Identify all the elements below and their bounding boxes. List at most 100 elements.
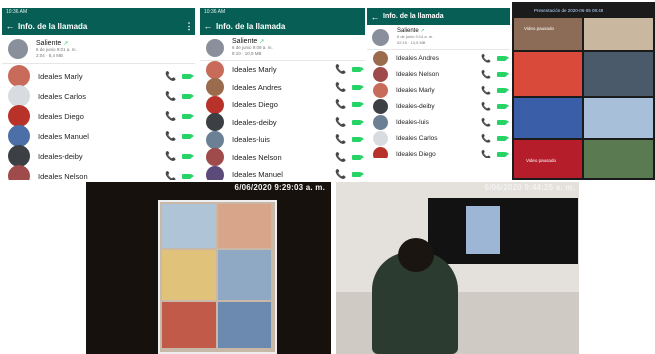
contact-name: Ideales-luis — [232, 135, 270, 145]
videocam-icon[interactable] — [182, 173, 194, 179]
video-tile[interactable] — [514, 52, 582, 96]
videocam-icon[interactable] — [182, 93, 194, 99]
contact-row[interactable]: Ideales Andres 📞 — [367, 50, 510, 66]
videocam-icon[interactable] — [352, 154, 364, 160]
contact-name: Ideales Manuel — [38, 131, 89, 141]
videocam-icon[interactable] — [497, 151, 509, 157]
app-bar: ← Info. de la llamada — [367, 8, 510, 25]
contact-row[interactable]: Ideales Carlos 📞 — [367, 130, 510, 146]
contact-row[interactable]: Ideales Marly 📞 — [2, 65, 195, 87]
videocam-icon[interactable] — [352, 172, 364, 178]
phone-icon[interactable]: 📞 — [477, 118, 495, 127]
avatar — [206, 165, 224, 180]
contact-row[interactable]: Ideales Manuel 📞 — [2, 125, 195, 147]
avatar — [372, 28, 389, 46]
phone-icon[interactable]: 📞 — [477, 102, 495, 111]
phone-icon[interactable]: 📞 — [162, 111, 180, 122]
outgoing-call-summary: Saliente ↗ 6 de junio 9:01 a. m. 2:04 · … — [2, 35, 195, 64]
videocam-icon[interactable] — [497, 135, 509, 141]
videocam-icon[interactable] — [182, 113, 194, 119]
back-arrow-icon[interactable]: ← — [2, 21, 18, 31]
phone-icon[interactable]: 📞 — [332, 82, 350, 93]
avatar — [206, 113, 224, 132]
contact-row[interactable]: Ideales Diego 📞 — [2, 105, 195, 127]
app-bar: ← Info. de la llamada ⋮ — [2, 17, 195, 35]
videocam-icon[interactable] — [497, 87, 509, 93]
contact-row[interactable]: Ideales Andres 📞 — [200, 78, 365, 97]
avatar — [373, 50, 388, 66]
outgoing-size: 2:04 · 8,4 MB — [36, 52, 64, 58]
back-arrow-icon[interactable]: ← — [367, 12, 383, 22]
videocam-icon[interactable] — [497, 55, 509, 61]
videocam-icon[interactable] — [352, 119, 364, 125]
contact-row[interactable]: Ideales-luis 📞 — [200, 130, 365, 149]
videocam-icon[interactable] — [497, 119, 509, 125]
videocam-icon[interactable] — [182, 153, 194, 159]
video-tile[interactable] — [584, 52, 653, 96]
photo-timestamp: 6/06/2020 9:44:25 a. m. — [484, 183, 575, 192]
outgoing-call-summary: Saliente ↗ 6 de junio 9:14 a. m. 02:15 ·… — [367, 25, 510, 50]
phone-icon[interactable]: 📞 — [477, 54, 495, 63]
phone-icon[interactable]: 📞 — [477, 134, 495, 143]
phone-icon[interactable]: 📞 — [477, 70, 495, 79]
contact-row[interactable]: Ideales Nelson 📞 — [2, 165, 195, 181]
grid-caption: Presentación de 2020-06-05 09:48 — [534, 8, 604, 13]
videocam-icon[interactable] — [497, 71, 509, 77]
phone-icon[interactable]: 📞 — [332, 64, 350, 75]
phone-icon[interactable]: 📞 — [162, 131, 180, 142]
call-made-icon: ↗ — [63, 40, 69, 47]
contact-row[interactable]: Ideales-deiby 📞 — [367, 98, 510, 114]
phone-icon[interactable]: 📞 — [477, 86, 495, 95]
screen-title: Info. de la llamada — [383, 13, 444, 20]
phone-icon[interactable]: 📞 — [162, 71, 180, 82]
back-arrow-icon[interactable]: ← — [200, 21, 216, 31]
videocam-icon[interactable] — [352, 102, 364, 108]
call-info-screen-2: 10:36 AM ← Info. de la llamada Saliente … — [200, 8, 365, 180]
phone-icon[interactable]: 📞 — [162, 171, 180, 181]
phone-icon[interactable]: 📞 — [162, 151, 180, 162]
contact-row[interactable]: Ideales Marly 📞 — [200, 60, 365, 79]
videocam-icon[interactable] — [352, 137, 364, 143]
video-tile[interactable] — [514, 18, 582, 50]
contact-row[interactable]: Ideales-deiby 📞 — [200, 113, 365, 132]
photo-tv-watching: 6/06/2020 9:44:25 a. m. — [336, 182, 579, 354]
phone-icon[interactable]: 📞 — [477, 150, 495, 159]
avatar — [373, 114, 388, 130]
phone-icon[interactable]: 📞 — [332, 169, 350, 180]
phone-icon[interactable]: 📞 — [332, 152, 350, 163]
avatar — [373, 82, 388, 98]
videocam-icon[interactable] — [497, 103, 509, 109]
video-tile[interactable] — [584, 18, 653, 50]
phone-icon[interactable]: 📞 — [162, 91, 180, 102]
phone-icon[interactable]: 📞 — [332, 134, 350, 145]
contact-row[interactable]: Ideales Nelson 📞 — [367, 66, 510, 82]
phone-icon[interactable]: 📞 — [332, 99, 350, 110]
contact-row[interactable]: Ideales Nelson 📞 — [200, 148, 365, 167]
outgoing-label: Saliente — [232, 38, 258, 45]
outgoing-size: 02:15 · 13,5 MB — [397, 40, 426, 45]
avatar — [8, 65, 30, 87]
contact-row[interactable]: Ideales-luis 📞 — [367, 114, 510, 130]
videocam-icon[interactable] — [182, 73, 194, 79]
avatar — [8, 165, 30, 180]
avatar — [373, 98, 388, 114]
outgoing-call-summary: Saliente ↗ 6 de junio 9:09 a. m. 8:10 · … — [200, 35, 365, 61]
phone-icon[interactable]: 📞 — [332, 117, 350, 128]
videocam-icon[interactable] — [352, 84, 364, 90]
videocam-icon[interactable] — [182, 133, 194, 139]
contact-row[interactable]: Ideales-deiby 📞 — [2, 145, 195, 167]
app-bar: ← Info. de la llamada — [200, 17, 365, 35]
contact-row[interactable]: Ideales Diego 📞 — [367, 146, 510, 158]
more-options-icon[interactable]: ⋮ — [183, 21, 195, 32]
contact-row[interactable]: Ideales Carlos 📞 — [2, 85, 195, 107]
contact-name: Ideales Diego — [396, 150, 436, 158]
contact-name: Ideales Carlos — [396, 134, 438, 142]
video-tile[interactable] — [584, 140, 653, 178]
status-bar: 10:36 AM — [2, 8, 195, 17]
videocam-icon[interactable] — [352, 67, 364, 73]
contact-row[interactable]: Ideales Manuel 📞 — [200, 165, 365, 180]
contact-row[interactable]: Ideales Marly 📞 — [367, 82, 510, 98]
video-tile[interactable] — [514, 98, 582, 138]
video-tile[interactable] — [584, 98, 653, 138]
contact-row[interactable]: Ideales Diego 📞 — [200, 95, 365, 114]
